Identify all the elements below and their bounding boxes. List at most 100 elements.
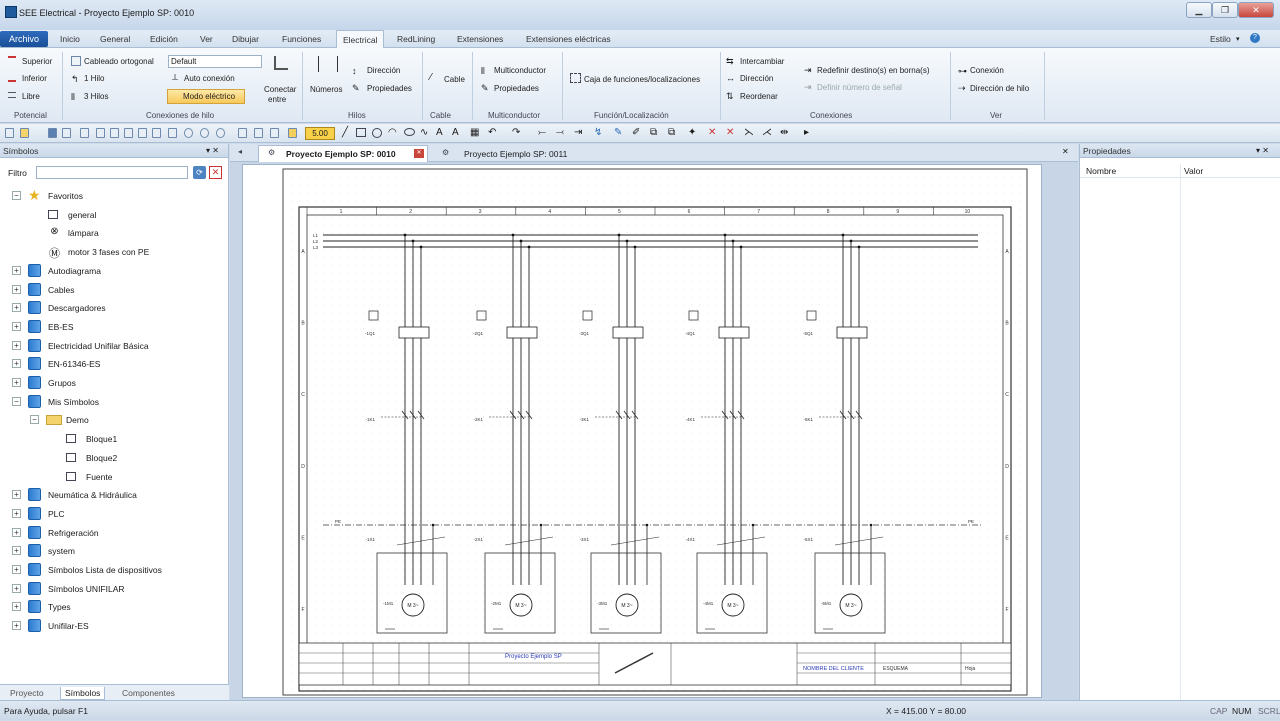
tree-item[interactable]: system — [48, 546, 75, 556]
edit-icon[interactable] — [168, 128, 177, 138]
ver-conexion-button[interactable]: Conexión — [970, 66, 1004, 75]
connect-icon[interactable]: ↯ — [594, 127, 602, 138]
tab-extensiones[interactable]: Extensiones — [455, 30, 505, 48]
tree-expander[interactable]: + — [12, 359, 21, 369]
delete-icon[interactable]: ✕ — [726, 127, 734, 138]
save-icon[interactable] — [48, 128, 57, 138]
arc-icon[interactable]: ◠ — [388, 127, 397, 138]
tabs-left-arrow-icon[interactable]: ◂ — [238, 147, 242, 156]
tab-archivo[interactable]: Archivo — [0, 31, 48, 47]
tree-item[interactable]: Bloque2 — [86, 453, 117, 463]
copy-icon[interactable] — [96, 128, 105, 138]
reordenar-button[interactable]: Reordenar — [740, 92, 778, 101]
window3-icon[interactable] — [152, 128, 161, 138]
tab-general[interactable]: General — [98, 30, 132, 48]
tree-item[interactable]: lámpara — [68, 228, 99, 238]
wire-tool-icon[interactable]: ⤚ — [538, 127, 546, 138]
undo-icon[interactable]: ↶ — [488, 127, 496, 138]
tree-item[interactable]: Símbolos UNIFILAR — [48, 584, 125, 594]
style-menu[interactable]: Estilo — [1208, 30, 1233, 48]
multiconductor-button[interactable]: Multiconductor — [494, 66, 546, 75]
tree-expander[interactable]: + — [12, 378, 21, 387]
conectar-entre-button[interactable]: Conectar — [264, 85, 296, 94]
tree-expander[interactable]: + — [12, 303, 21, 313]
window2-icon[interactable] — [138, 128, 147, 138]
tab-simbolos[interactable]: Símbolos — [60, 687, 106, 700]
tree-item[interactable]: Autodiagrama — [48, 266, 101, 276]
drawing-canvas[interactable]: 1 2 3 4 5 6 7 8 9 10 A A B B C C D D E E F F L1 L2 L3 PE PE -1Q1 -1K… — [242, 164, 1042, 698]
rectangle-icon[interactable] — [356, 128, 366, 137]
doc-close-icon[interactable]: ✕ — [1062, 147, 1069, 156]
paste-icon[interactable] — [110, 128, 119, 138]
tab-extensiones-electricas[interactable]: Extensiones eléctricas — [524, 30, 613, 48]
tree-expander[interactable]: + — [12, 340, 21, 350]
pin-icon[interactable]: ▾ ✕ — [206, 146, 219, 155]
zoom-in-icon[interactable] — [184, 128, 193, 138]
select-area-icon[interactable] — [254, 128, 263, 138]
circle-icon[interactable] — [372, 128, 382, 138]
tree-expander[interactable]: − — [30, 415, 39, 425]
select-icon[interactable] — [238, 128, 247, 138]
tree-expander[interactable]: − — [12, 191, 21, 200]
ellipse-icon[interactable] — [404, 128, 415, 136]
numeros-button[interactable]: Números — [310, 85, 342, 94]
tree-expander[interactable]: + — [12, 490, 21, 500]
tree-expander[interactable]: + — [12, 527, 21, 537]
caja-funciones-button[interactable]: Caja de funciones/localizaciones — [584, 75, 700, 84]
tree-expander[interactable]: + — [12, 583, 21, 593]
tree-expander[interactable]: + — [12, 265, 21, 275]
tab-funciones[interactable]: Funciones — [280, 30, 323, 48]
hilos-propiedades-button[interactable]: Propiedades — [367, 84, 412, 93]
zoom-out-icon[interactable] — [200, 128, 209, 138]
copy-wire-icon[interactable]: ⧉ — [650, 127, 657, 138]
tree-expander[interactable]: + — [12, 621, 21, 631]
mirror-icon[interactable]: ⇹ — [780, 127, 788, 138]
close-button[interactable]: ✕ — [1238, 2, 1274, 18]
tab-ver[interactable]: Ver — [198, 30, 215, 48]
window-icon[interactable] — [124, 128, 133, 138]
wire-style-select[interactable]: Default — [168, 55, 262, 68]
redo-icon[interactable]: ↷ — [512, 127, 520, 138]
text-style-icon[interactable]: A — [452, 127, 459, 138]
paint-icon[interactable]: ✦ — [688, 127, 696, 138]
image-icon[interactable]: ▦ — [470, 127, 479, 138]
tree-item[interactable]: Neumática & Hidráulica — [48, 490, 137, 500]
tab-redlining[interactable]: RedLining — [395, 30, 437, 48]
tree-item[interactable]: EB-ES — [48, 322, 74, 332]
extend-icon[interactable]: ⇥ — [574, 127, 582, 138]
new-file-icon[interactable] — [5, 128, 14, 138]
hilos-direccion-button[interactable]: Dirección — [367, 66, 400, 75]
tree-item[interactable]: Unifilar-ES — [48, 621, 89, 631]
delete-wire-icon[interactable]: ✕ — [708, 127, 716, 138]
help-icon[interactable]: ? — [1250, 33, 1260, 43]
properties-pin-icon[interactable]: ▾ ✕ — [1256, 146, 1269, 155]
cable-button[interactable]: Cable — [444, 75, 465, 84]
tree-item[interactable]: EN-61346-ES — [48, 359, 100, 369]
tree-item[interactable]: Bloque1 — [86, 434, 117, 444]
filter-apply-icon[interactable]: ⟳ — [193, 166, 206, 179]
superior-button[interactable]: Superior — [22, 57, 52, 66]
libre-button[interactable]: Libre — [22, 92, 40, 101]
multi-propiedades-button[interactable]: Propiedades — [494, 84, 539, 93]
grid-size-field[interactable]: 5.00 — [305, 127, 335, 140]
pen-icon[interactable]: ✎ — [614, 127, 622, 138]
tab-proyecto[interactable]: Proyecto — [6, 687, 48, 700]
tree-item[interactable]: PLC — [48, 509, 65, 519]
tab-edicion[interactable]: Edición — [148, 30, 180, 48]
line-icon[interactable]: ╱ — [342, 127, 348, 138]
tree-item[interactable]: Types — [48, 602, 71, 612]
zoom-window-icon[interactable] — [216, 128, 225, 138]
schematic-drawing[interactable]: 1 2 3 4 5 6 7 8 9 10A AB BC CD DE EF FL1L2L3PE PE-1Q1-1K… — [243, 165, 1043, 699]
tree-item[interactable]: Descargadores — [48, 303, 106, 313]
doc-tab-2-label[interactable]: Proyecto Ejemplo SP: 0011 — [464, 149, 567, 159]
conexiones-direccion-button[interactable]: Dirección — [740, 74, 773, 83]
tree-expander[interactable]: + — [12, 321, 21, 331]
intercambiar-button[interactable]: Intercambiar — [740, 57, 784, 66]
filter-clear-icon[interactable]: ✕ — [209, 166, 222, 179]
tree-expander[interactable]: + — [12, 508, 21, 518]
preview-icon[interactable] — [80, 128, 89, 138]
three-wire-button[interactable]: 3 Hilos — [84, 92, 108, 101]
join-icon[interactable]: ⋌ — [762, 127, 772, 138]
tab-inicio[interactable]: Inicio — [58, 30, 82, 48]
tree-expander[interactable]: + — [12, 284, 21, 294]
